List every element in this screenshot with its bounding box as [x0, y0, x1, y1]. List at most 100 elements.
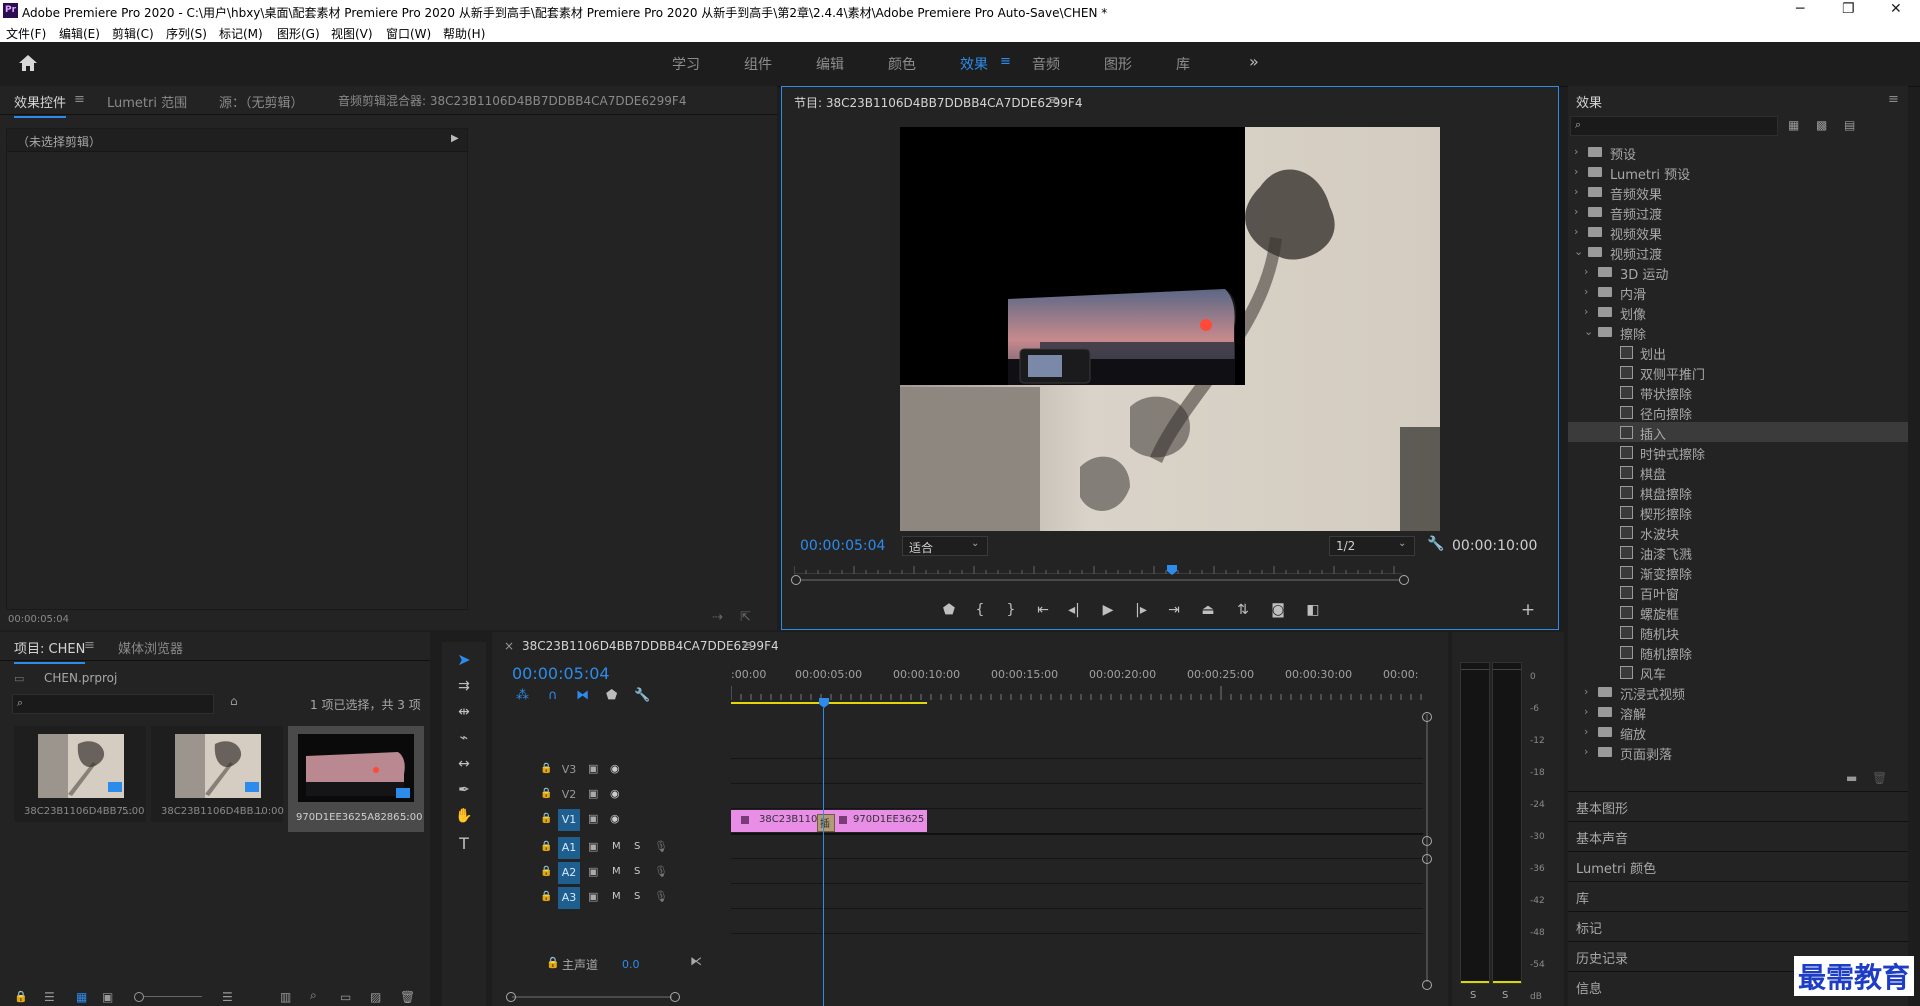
- chevron-right-icon[interactable]: ›: [1574, 225, 1586, 238]
- snap-icon[interactable]: ∩: [548, 688, 558, 703]
- voice-over-icon[interactable]: 🎙: [654, 865, 668, 878]
- effects-search-input[interactable]: ⌕: [1570, 116, 1778, 136]
- close-sequence-icon[interactable]: ×: [504, 639, 514, 653]
- add-marker-icon[interactable]: ⬟: [606, 688, 617, 703]
- type-tool-icon[interactable]: T: [454, 834, 474, 853]
- program-menu-icon[interactable]: ≡: [1048, 93, 1059, 108]
- track-target-label[interactable]: V2: [558, 784, 580, 806]
- lock-icon[interactable]: 🔒: [540, 841, 552, 852]
- compare-view-icon[interactable]: ◧: [1303, 602, 1323, 618]
- icon-view-icon[interactable]: ▦: [76, 990, 87, 1004]
- voice-over-icon[interactable]: 🎙: [654, 890, 668, 903]
- timeline-menu-icon[interactable]: ≡: [742, 638, 753, 653]
- menu-window[interactable]: 窗口(W): [386, 25, 431, 42]
- effects-folder[interactable]: › 缩放: [1568, 722, 1908, 743]
- more-workspaces-button[interactable]: »: [1249, 52, 1259, 71]
- timeline-ruler[interactable]: :00:00 00:00:05:00 00:00:10:00 00:00:15:…: [730, 660, 1423, 708]
- filter-icon[interactable]: ⇢: [712, 610, 723, 625]
- export-icon[interactable]: ⇱: [740, 610, 751, 625]
- effects-folder[interactable]: › 音频效果: [1568, 182, 1908, 203]
- add-button-icon[interactable]: +: [1518, 600, 1538, 620]
- find-icon[interactable]: ⌂: [230, 694, 238, 708]
- program-video-frame[interactable]: [900, 127, 1440, 531]
- master-volume-value[interactable]: 0.0: [622, 958, 640, 971]
- v-scroll-handle[interactable]: [1422, 712, 1432, 722]
- clear-icon[interactable]: 🗑: [400, 990, 415, 1004]
- selection-tool-icon[interactable]: ➤: [454, 650, 474, 669]
- transition-marker[interactable]: 插: [817, 814, 835, 832]
- chevron-right-icon[interactable]: ›: [1574, 205, 1586, 218]
- effect-item[interactable]: 百叶窗: [1568, 582, 1908, 603]
- add-marker-icon[interactable]: ⬟: [939, 602, 959, 618]
- project-item[interactable]: 38C23B1106D4BB... 10:00: [151, 726, 284, 822]
- track-select-tool-icon[interactable]: ⇉: [454, 678, 474, 694]
- zoom-handle-right[interactable]: [1399, 575, 1409, 585]
- mark-in-icon[interactable]: {: [970, 602, 990, 618]
- sync-lock-icon[interactable]: ▣: [588, 812, 598, 825]
- effect-item[interactable]: 随机擦除: [1568, 642, 1908, 663]
- scroll-handle-right[interactable]: [670, 992, 680, 1002]
- menu-view[interactable]: 视图(V): [331, 25, 373, 42]
- new-bin-icon[interactable]: ▬: [1846, 771, 1857, 785]
- tab-source[interactable]: 源：（无剪辑）: [219, 92, 304, 111]
- workspace-tab-libraries[interactable]: 库: [1176, 54, 1190, 74]
- mark-out-icon[interactable]: }: [1001, 602, 1021, 618]
- home-icon[interactable]: [18, 54, 38, 72]
- effects-menu-icon[interactable]: ≡: [1888, 92, 1899, 107]
- effects-folder[interactable]: › 沉浸式视频: [1568, 682, 1908, 703]
- lock-icon[interactable]: 🔒: [540, 866, 552, 877]
- effect-item[interactable]: 径向擦除: [1568, 402, 1908, 423]
- sync-lock-icon[interactable]: ▣: [588, 865, 598, 878]
- effect-item[interactable]: 楔形擦除: [1568, 502, 1908, 523]
- project-item-selected[interactable]: 970D1EE3625A8286... 5:00: [288, 726, 424, 832]
- chevron-right-icon[interactable]: ›: [1584, 725, 1596, 738]
- solo-button[interactable]: S: [634, 866, 640, 877]
- track-target-label[interactable]: A2: [558, 862, 580, 884]
- tab-media-browser[interactable]: 媒体浏览器: [118, 638, 183, 657]
- sync-lock-icon[interactable]: ▣: [588, 840, 598, 853]
- effects-section-header[interactable]: 标记: [1568, 911, 1908, 940]
- timeline-clip[interactable]: 38C23B1106: [731, 810, 829, 832]
- chevron-right-icon[interactable]: ›: [1584, 305, 1596, 318]
- yuv-effects-icon[interactable]: ▤: [1844, 118, 1855, 132]
- go-to-in-icon[interactable]: ⇤: [1033, 602, 1053, 618]
- freeform-view-icon[interactable]: ▣: [102, 990, 113, 1004]
- program-current-timecode[interactable]: 00:00:05:04: [800, 538, 885, 554]
- track-target-label[interactable]: A1: [558, 837, 580, 859]
- chevron-right-icon[interactable]: ›: [1574, 145, 1586, 158]
- project-item[interactable]: 38C23B1106D4BB7... 5:00: [14, 726, 146, 822]
- effects-section-header[interactable]: 库: [1568, 881, 1908, 910]
- timeline-v-scroll[interactable]: [1426, 714, 1428, 982]
- menu-sequence[interactable]: 序列(S): [166, 25, 207, 42]
- chevron-right-icon[interactable]: ›: [1584, 745, 1596, 758]
- wrench-icon[interactable]: 🔧: [1427, 536, 1444, 552]
- panel-menu-icon[interactable]: ≡: [74, 92, 85, 107]
- effect-item[interactable]: 带状擦除: [1568, 382, 1908, 403]
- tab-audio-clip-mixer[interactable]: 音频剪辑混合器: 38C23B1106D4BB7DDBB4CA7DDE6299F…: [338, 92, 686, 109]
- zoom-slider-track[interactable]: [144, 996, 202, 997]
- lift-icon[interactable]: ⏏: [1198, 602, 1218, 618]
- workspace-tab-learn[interactable]: 学习: [672, 54, 700, 74]
- solo-button[interactable]: S: [634, 891, 640, 902]
- timeline-timecode[interactable]: 00:00:05:04: [512, 664, 610, 683]
- sync-lock-icon[interactable]: ▣: [588, 890, 598, 903]
- chevron-right-icon[interactable]: ›: [1584, 285, 1596, 298]
- effect-item[interactable]: 风车: [1568, 662, 1908, 683]
- effects-folder[interactable]: › Lumetri 预设: [1568, 162, 1908, 183]
- effect-item[interactable]: 油漆飞溅: [1568, 542, 1908, 563]
- expand-right-icon[interactable]: ▶: [451, 133, 459, 144]
- lock-icon[interactable]: 🔒: [540, 891, 552, 902]
- linked-selection-icon[interactable]: ⧓: [576, 688, 589, 703]
- v-scroll-handle[interactable]: [1422, 980, 1432, 990]
- camera-icon[interactable]: ◙: [1268, 602, 1288, 618]
- tab-lumetri-scopes[interactable]: Lumetri 范围: [107, 92, 187, 111]
- sync-lock-icon[interactable]: ▣: [588, 787, 598, 800]
- zoom-handle-left[interactable]: [791, 575, 801, 585]
- chevron-right-icon[interactable]: ›: [1584, 265, 1596, 278]
- solo-right-button[interactable]: S: [1502, 990, 1508, 1001]
- eye-icon[interactable]: ◉: [610, 762, 620, 775]
- v-scroll-handle[interactable]: [1422, 836, 1432, 846]
- program-mini-ruler[interactable]: [793, 563, 1402, 574]
- lock-icon[interactable]: 🔒: [546, 956, 560, 969]
- mute-button[interactable]: M: [612, 866, 621, 877]
